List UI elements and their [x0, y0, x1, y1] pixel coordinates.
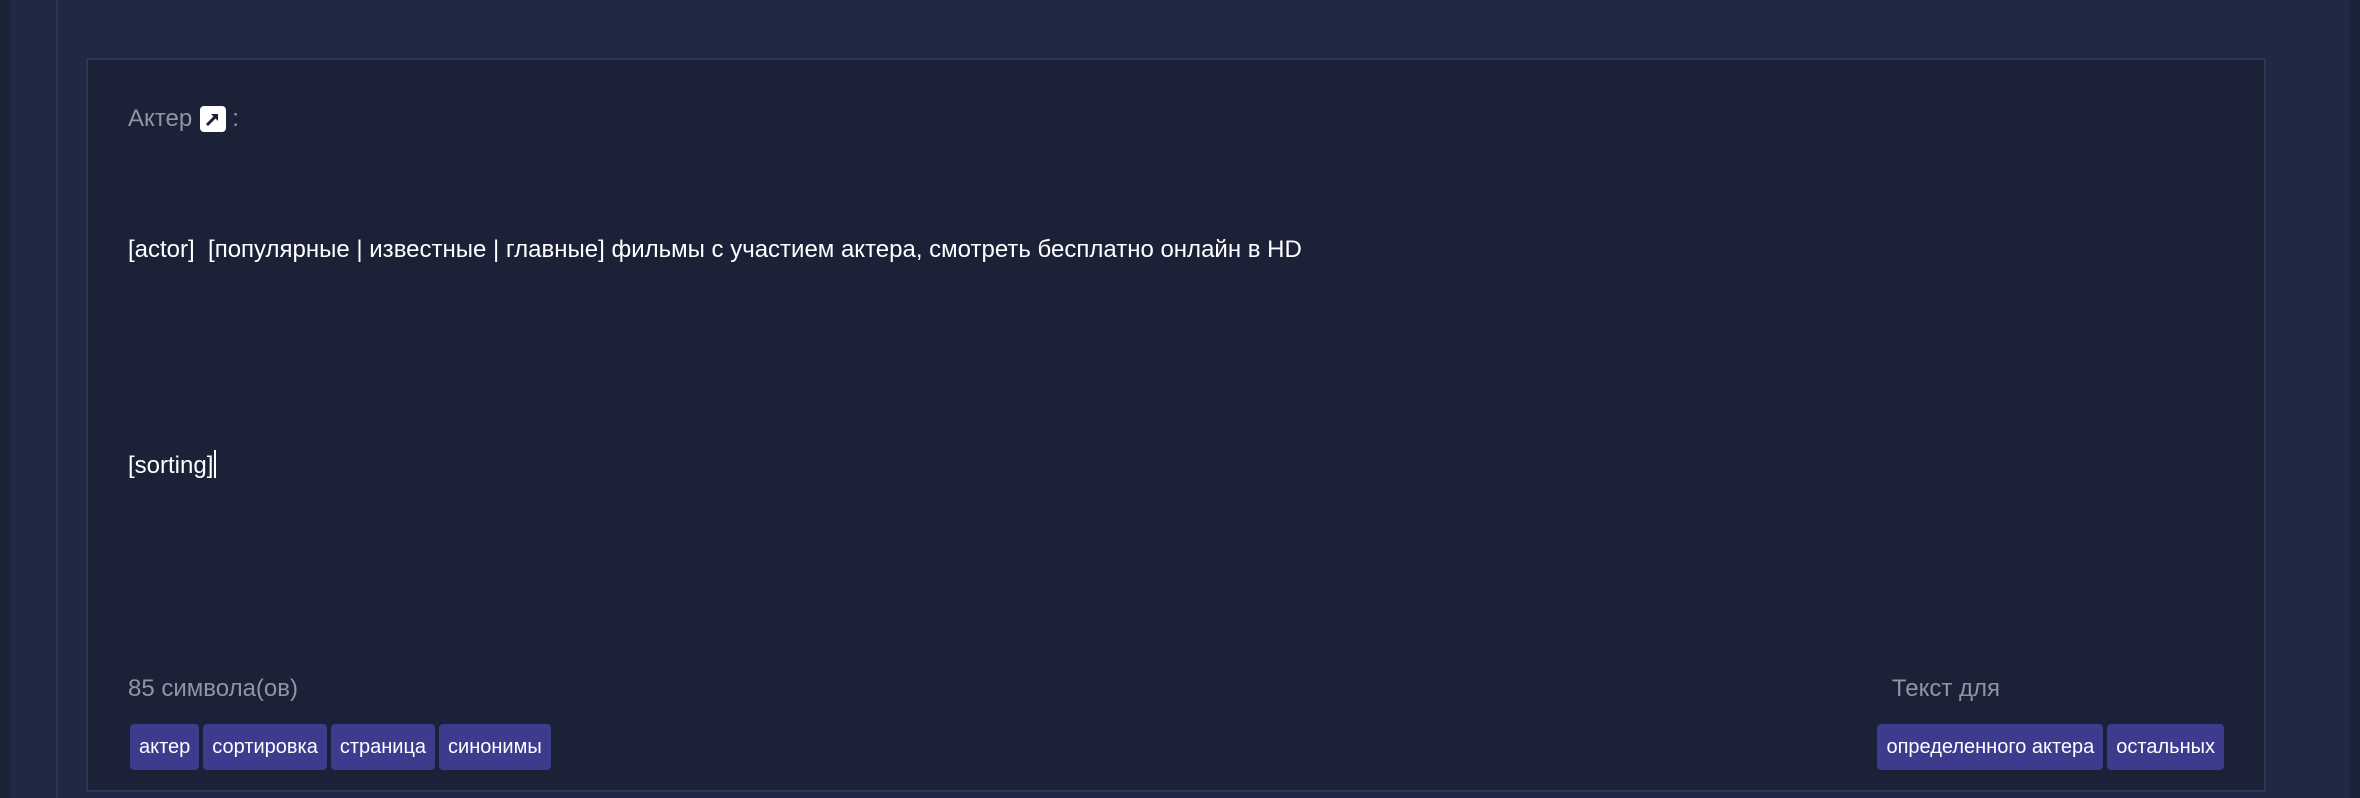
variable-tags: актер сортировка страница синонимы — [130, 724, 551, 770]
template-line-1: [actor] [популярные | известные | главны… — [128, 236, 1302, 263]
option-specific-actor[interactable]: определенного актера — [1877, 724, 2104, 770]
field-label: Актер — [128, 105, 193, 132]
left-divider — [56, 0, 58, 798]
template-editor-panel: Актер : [actor] [популярные | известные … — [86, 58, 2266, 792]
page-background: Актер : [actor] [популярные | известные … — [0, 0, 2360, 798]
tag-synonyms[interactable]: синонимы — [439, 724, 551, 770]
tag-actor[interactable]: актер — [130, 724, 200, 770]
left-edge — [0, 0, 10, 798]
external-link-icon[interactable] — [200, 106, 227, 132]
template-line-2-text: [sorting] — [128, 452, 214, 479]
tag-sorting[interactable]: сортировка — [203, 724, 327, 770]
right-edge — [2350, 0, 2360, 798]
tag-page[interactable]: страница — [330, 724, 436, 770]
text-for-label: Текст для — [1891, 675, 2000, 702]
text-caret — [214, 450, 217, 478]
text-for-options: определенного актера остальных — [1877, 724, 2224, 770]
template-blank-line — [128, 340, 2218, 376]
template-textarea[interactable]: [actor] [популярные | известные | главны… — [128, 160, 2218, 556]
field-label-suffix: : — [232, 105, 239, 132]
field-label-row: Актер : — [128, 104, 239, 134]
option-others[interactable]: остальных — [2107, 724, 2224, 770]
char-count: 85 символа(ов) — [128, 675, 299, 702]
template-line-2: [sorting] — [128, 448, 2218, 484]
